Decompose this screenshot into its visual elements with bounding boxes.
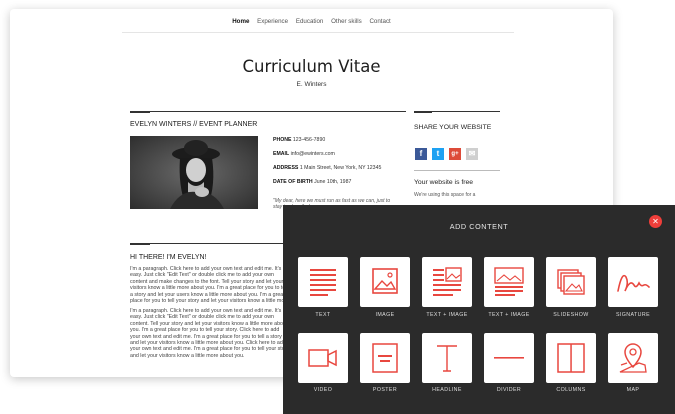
image-text-icon [494,267,524,296]
tile-map[interactable] [608,333,658,383]
nav-item-contact[interactable]: Contact [369,18,390,25]
video-icon [308,349,337,367]
text-image-icon [433,267,462,296]
tile-poster-label: POSTER [372,387,398,393]
sidebar-divider-2 [414,170,500,171]
google-plus-icon[interactable]: g+ [449,148,461,160]
tile-video[interactable] [298,333,348,383]
info-email: EMAIL info@ewinters.com [273,151,335,157]
image-icon [372,268,398,294]
map-pin-icon [619,343,647,373]
columns-icon [557,343,585,373]
tile-video-label: VIDEO [313,387,333,393]
tile-image-label: IMAGE [375,312,395,318]
page-subtitle: E. Winters [296,81,327,88]
tile-slideshow[interactable] [546,257,596,307]
tile-image[interactable] [360,257,410,307]
tile-text[interactable] [298,257,348,307]
tile-headline[interactable] [422,333,472,383]
email-icon[interactable]: ✉ [466,148,478,160]
nav-item-home[interactable]: Home [232,18,249,25]
tile-headline-label: HEADLINE [432,387,462,393]
text-icon [310,269,336,296]
free-heading: Your website is free [414,179,474,186]
page-title: Curriculum Vitae [242,57,381,76]
paragraph-2: I'm a paragraph. Click here to add your … [130,308,290,358]
panel-title: ADD CONTENT [449,222,509,231]
hello-heading: HI THERE! I'M EVELYN! [130,254,207,261]
headline-icon [437,345,457,372]
divider-icon [494,357,524,359]
nav-divider [122,32,514,33]
info-date-of-birth: DATE OF BIRTH June 10th, 1987 [273,179,352,185]
close-button[interactable]: ✕ [649,215,662,228]
profile-photo [130,136,258,209]
stage: Home Experience Education Other skills C… [0,0,675,414]
free-text: We're using this space for a [414,192,476,198]
tile-map-label: MAP [626,387,640,393]
tile-divider-label: DIVIDER [496,387,522,393]
twitter-icon[interactable]: t [432,148,444,160]
slideshow-icon [557,269,585,295]
tile-signature-label: SIGNATURE [615,312,651,318]
tile-image-text[interactable] [484,257,534,307]
share-heading: SHARE YOUR WEBSITE [414,124,492,131]
paragraph-1: I'm a paragraph. Click here to add your … [130,266,289,304]
tile-slideshow-label: SLIDESHOW [553,312,589,318]
main-divider [130,111,406,112]
nav-item-education[interactable]: Education [296,18,324,25]
tile-columns[interactable] [546,333,596,383]
tile-text-image[interactable] [422,257,472,307]
sidebar-divider-accent [414,111,432,113]
facebook-icon[interactable]: f [415,148,427,160]
main-divider-accent [130,111,150,113]
tile-image-text-label: TEXT + IMAGE [488,312,530,318]
tile-divider[interactable] [484,333,534,383]
info-phone: PHONE 123-456-7890 [273,137,326,143]
tile-poster[interactable] [360,333,410,383]
top-nav: Home Experience Education Other skills C… [10,18,613,25]
poster-icon [372,343,398,373]
tile-text-label: TEXT [315,312,331,318]
signature-icon [617,274,650,292]
add-content-panel: ADD CONTENT ✕ TEXT IMAGE TEXT + IMAGE TE… [283,205,675,414]
nav-item-experience[interactable]: Experience [257,18,288,25]
tile-signature[interactable] [608,257,658,307]
section-divider-accent [130,243,150,245]
cv-heading: EVELYN WINTERS // EVENT PLANNER [130,121,258,128]
info-address: ADDRESS 1 Main Street, New York, NY 1234… [273,165,382,171]
nav-item-other-skills[interactable]: Other skills [331,18,362,25]
tile-text-image-label: TEXT + IMAGE [426,312,468,318]
tile-columns-label: COLUMNS [556,387,586,393]
